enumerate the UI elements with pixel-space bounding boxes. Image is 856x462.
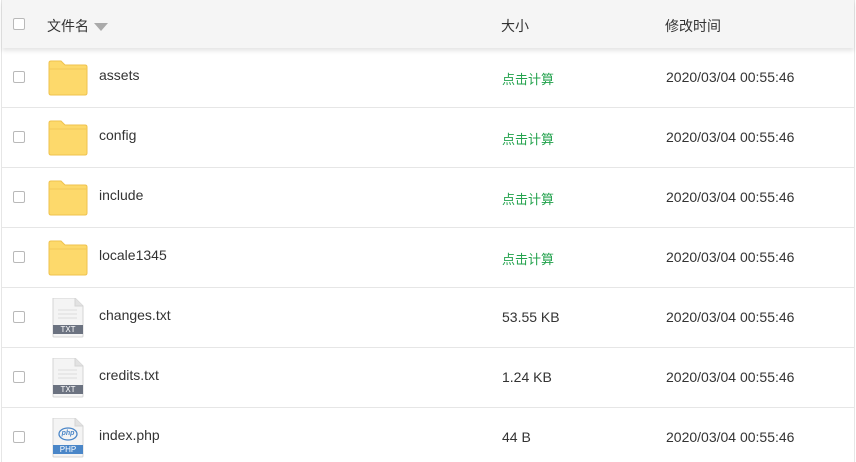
file-table: 文件名 大小 修改时间 assets 点击计算 2020/03/04 00:55… [1,0,855,462]
modified-time: 2020/03/04 00:55:46 [666,129,795,145]
file-size: 1.24 KB [502,369,552,385]
txt-file-icon[interactable]: TXT [47,297,89,338]
calculate-size-link[interactable]: 点击计算 [502,189,554,208]
calculate-size-link[interactable]: 点击计算 [502,129,554,148]
table-row[interactable]: TXT changes.txt 53.55 KB 2020/03/04 00:5… [2,288,854,348]
row-checkbox[interactable] [13,71,25,83]
row-checkbox[interactable] [13,311,25,323]
file-name[interactable]: config [99,127,136,143]
modified-time: 2020/03/04 00:55:46 [666,69,795,85]
table-row[interactable]: php PHP index.php 44 B 2020/03/04 00:55:… [2,408,854,462]
name-column-header[interactable]: 文件名 [47,16,108,36]
table-row[interactable]: config 点击计算 2020/03/04 00:55:46 [2,108,854,168]
row-checkbox[interactable] [13,131,25,143]
file-type-badge: PHP [59,445,77,454]
row-checkbox[interactable] [13,251,25,263]
folder-icon[interactable] [47,178,89,218]
select-all-checkbox[interactable] [13,18,25,30]
row-checkbox[interactable] [13,371,25,383]
folder-icon[interactable] [47,118,89,158]
file-type-badge: TXT [60,325,76,334]
calculate-size-link[interactable]: 点击计算 [502,69,554,88]
modified-time: 2020/03/04 00:55:46 [666,249,795,265]
table-row[interactable]: assets 点击计算 2020/03/04 00:55:46 [2,48,854,108]
php-logo-glyph: php [61,430,75,437]
table-row[interactable]: locale1345 点击计算 2020/03/04 00:55:46 [2,228,854,288]
php-file-icon[interactable]: php PHP [47,417,89,458]
modified-time: 2020/03/04 00:55:46 [666,309,795,325]
file-name[interactable]: credits.txt [99,367,159,383]
file-size: 53.55 KB [502,309,560,325]
row-checkbox[interactable] [13,191,25,203]
file-name[interactable]: locale1345 [99,247,167,263]
row-checkbox[interactable] [13,431,25,443]
file-name[interactable]: index.php [99,427,160,443]
modified-time: 2020/03/04 00:55:46 [666,369,795,385]
file-size: 44 B [502,429,531,445]
modified-time: 2020/03/04 00:55:46 [666,429,795,445]
folder-icon[interactable] [47,238,89,278]
modified-time: 2020/03/04 00:55:46 [666,189,795,205]
table-header: 文件名 大小 修改时间 [2,0,854,48]
name-column-label: 文件名 [47,18,89,34]
folder-icon[interactable] [47,58,89,98]
size-column-header[interactable]: 大小 [501,16,529,36]
modified-column-header[interactable]: 修改时间 [665,16,721,36]
table-row[interactable]: include 点击计算 2020/03/04 00:55:46 [2,168,854,228]
sort-down-icon[interactable] [94,22,108,31]
table-row[interactable]: TXT credits.txt 1.24 KB 2020/03/04 00:55… [2,348,854,408]
calculate-size-link[interactable]: 点击计算 [502,249,554,268]
file-name[interactable]: assets [99,67,139,83]
file-name[interactable]: changes.txt [99,307,171,323]
file-type-badge: TXT [60,385,76,394]
txt-file-icon[interactable]: TXT [47,357,89,398]
file-name[interactable]: include [99,187,143,203]
